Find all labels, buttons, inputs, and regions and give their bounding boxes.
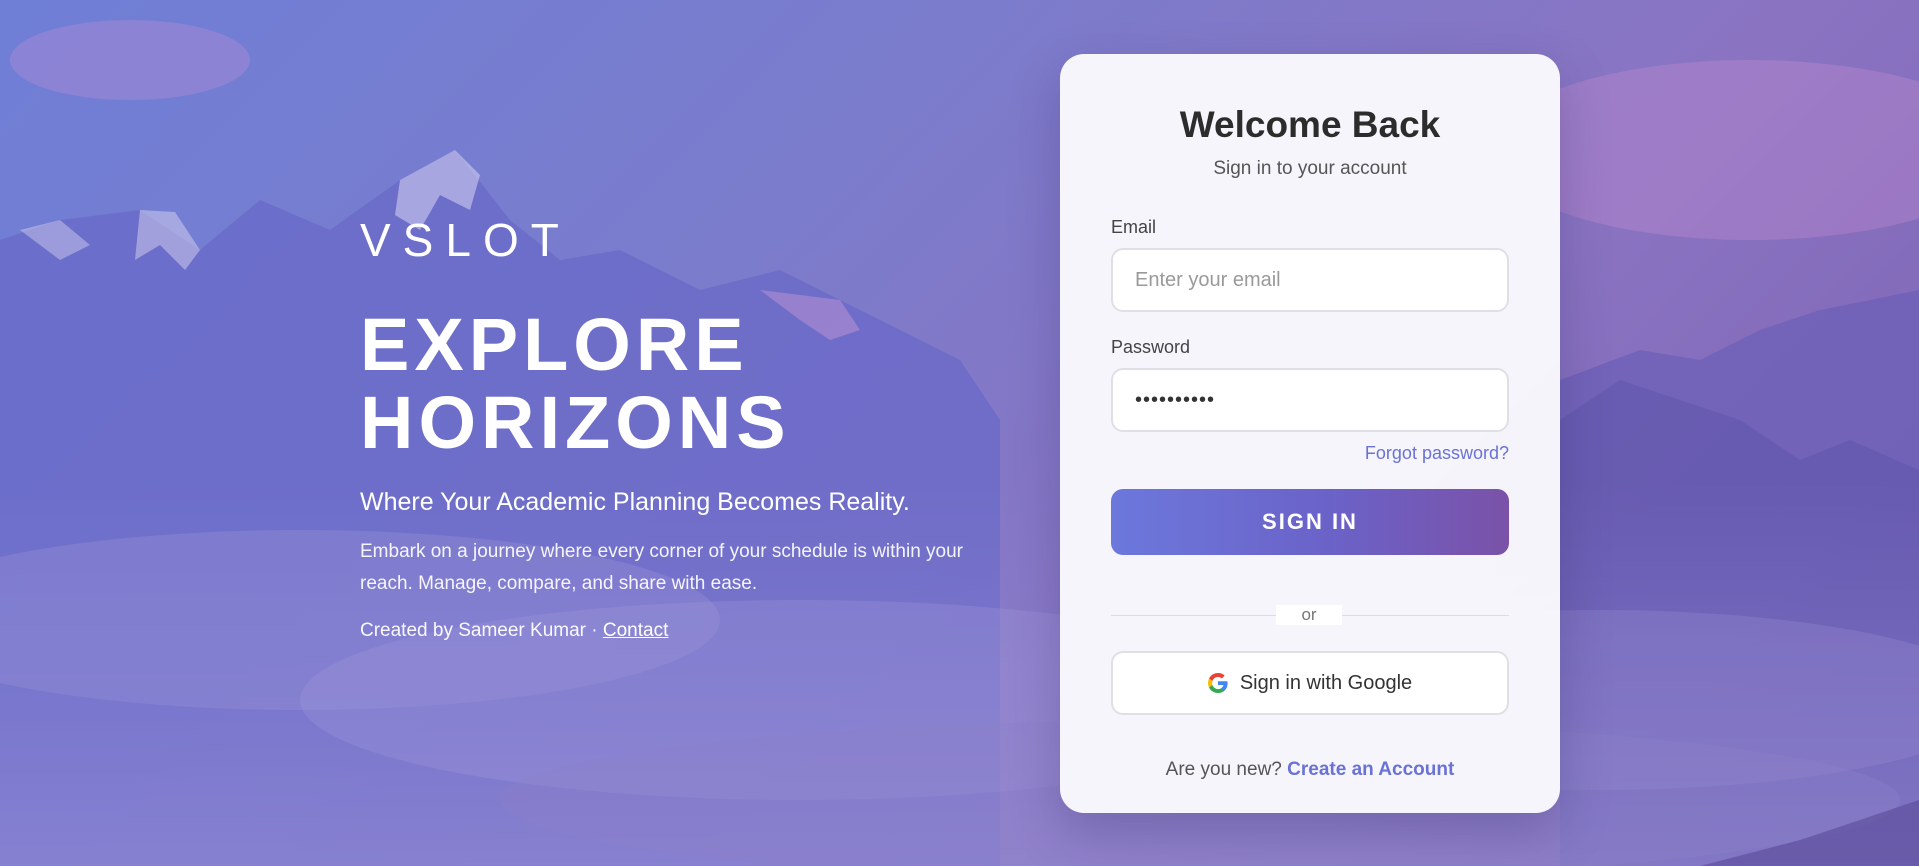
signup-prompt-text: Are you new?: [1165, 759, 1288, 780]
email-label: Email: [1111, 217, 1157, 237]
sign-in-button[interactable]: SIGN IN: [1111, 489, 1509, 555]
credit-text: Created by Sameer Kumar ·: [360, 620, 603, 641]
login-card: Welcome Back Sign in to your account Ema…: [1060, 54, 1560, 813]
create-account-link[interactable]: Create an Account: [1287, 759, 1454, 780]
contact-link[interactable]: Contact: [603, 620, 668, 641]
signup-prompt: Are you new? Create an Account: [1060, 759, 1560, 781]
password-label: Password: [1111, 337, 1191, 357]
google-g-icon: [1207, 673, 1228, 693]
google-button-label: Sign in with Google: [1239, 671, 1413, 694]
hero-tagline: Where Your Academic Planning Becomes Rea…: [360, 488, 910, 516]
headline-line-1: EXPLORE: [360, 303, 749, 386]
hero-section: VSLOT EXPLORE HORIZONS Where Your Academ…: [360, 210, 1000, 644]
credit-line: Created by Sameer Kumar · Contact: [360, 618, 1000, 644]
hero-headline: EXPLORE HORIZONS: [360, 306, 1000, 462]
google-sign-in-button[interactable]: Sign in with Google: [1111, 651, 1509, 715]
login-subtitle: Sign in to your account: [1213, 158, 1407, 179]
headline-line-2: HORIZONS: [360, 381, 791, 464]
hero-description: Embark on a journey where every corner o…: [360, 541, 964, 594]
divider-text: or: [1276, 605, 1342, 625]
email-field[interactable]: [1111, 248, 1509, 312]
brand-logo: VSLOT: [360, 214, 571, 266]
forgot-password-link[interactable]: Forgot password?: [1365, 443, 1509, 464]
login-title: Welcome Back: [1179, 104, 1441, 145]
password-field[interactable]: [1111, 368, 1509, 432]
